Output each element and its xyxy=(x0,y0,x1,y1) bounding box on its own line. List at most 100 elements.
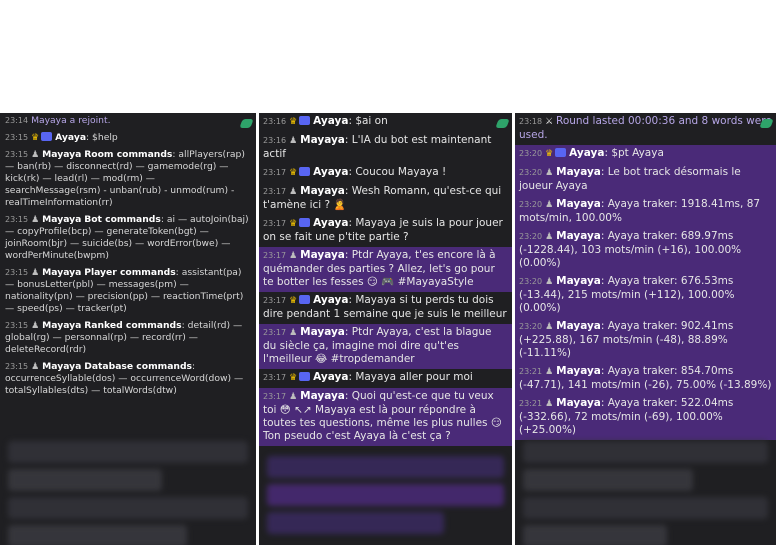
user-icon: ♟ xyxy=(31,268,40,278)
command-category: Database commands xyxy=(84,361,193,372)
discord-badge-icon xyxy=(41,132,53,141)
username[interactable]: Mayaya xyxy=(556,320,601,332)
chat-message: 23:15 ♟ Mayaya Player commands: assistant(… xyxy=(0,265,256,318)
user-icon: ♟ xyxy=(545,277,554,287)
message-timestamp: 23:15 xyxy=(5,150,29,159)
username[interactable]: Mayaya xyxy=(556,230,601,242)
message-text: : $help xyxy=(86,132,118,143)
username[interactable]: Mayaya xyxy=(556,365,601,377)
command-category: Ranked commands xyxy=(84,320,182,331)
message-timestamp: 23:20 xyxy=(519,200,543,209)
username[interactable]: Ayaya xyxy=(313,166,348,178)
chat-message: 23:15 ♟ Mayaya Bot commands: ai — autoJoin… xyxy=(0,212,256,265)
user-icon: ♟ xyxy=(31,215,40,225)
message-timestamp: 23:17 xyxy=(263,187,287,196)
message-timestamp: 23:16 xyxy=(263,136,287,145)
username[interactable]: Mayaya xyxy=(300,249,345,261)
username[interactable]: Mayaya xyxy=(300,390,345,402)
system-text: Mayaya a rejoint. xyxy=(31,115,111,126)
chat-panel-middle: 23:16 ♛ Ayaya: $ai on 23:16 ♟ Mayaya: L'IA du… xyxy=(259,113,512,545)
message-timestamp: 23:17 xyxy=(263,328,287,337)
chat-message: 23:17 ♛ Ayaya: Coucou Mayaya ! xyxy=(259,164,512,183)
username[interactable]: Ayaya xyxy=(313,371,348,383)
username[interactable]: Mayaya xyxy=(556,397,601,409)
username[interactable]: Mayaya xyxy=(42,149,81,160)
user-icon: ♟ xyxy=(31,362,40,372)
crown-icon: ♛ xyxy=(289,219,298,229)
user-icon: ♟ xyxy=(289,251,298,261)
user-icon: ♟ xyxy=(289,328,298,338)
username[interactable]: Mayaya xyxy=(556,166,601,178)
message-timestamp: 23:17 xyxy=(263,296,287,305)
message-list: 23:18 ⚔ Round lasted 00:00:36 and 8 words… xyxy=(515,113,776,440)
chat-message: 23:15 ♟ Mayaya Ranked commands: detail(rd)… xyxy=(0,318,256,359)
message-list: 23:14 Mayaya a rejoint. 23:15 ♛ Ayaya: $help… xyxy=(0,113,256,400)
username[interactable]: Mayaya xyxy=(42,267,81,278)
username[interactable]: Mayaya xyxy=(300,134,345,146)
user-icon: ♟ xyxy=(31,150,40,160)
username[interactable]: Mayaya xyxy=(42,320,81,331)
sword-icon: ⚔ xyxy=(545,117,556,127)
chat-message: 23:20 ♛ Ayaya: $pt Ayaya xyxy=(515,145,776,164)
user-icon: ♟ xyxy=(289,187,298,197)
user-icon: ♟ xyxy=(545,168,554,178)
username[interactable]: Mayaya xyxy=(300,185,345,197)
crown-icon: ♛ xyxy=(289,373,298,383)
message-timestamp: 23:14 xyxy=(5,116,29,125)
message-text: : Mayaya aller pour moi xyxy=(348,371,473,383)
chat-message: 23:20 ♟ Mayaya: Ayaya traker: 676.53ms (-1… xyxy=(515,273,776,318)
username[interactable]: Mayaya xyxy=(42,361,81,372)
message-timestamp: 23:17 xyxy=(263,392,287,401)
chat-message: 23:20 ♟ Mayaya: Ayaya traker: 689.97ms (-1… xyxy=(515,228,776,273)
message-timestamp: 23:17 xyxy=(263,219,287,228)
username[interactable]: Ayaya xyxy=(313,217,348,229)
message-text: : Wesh Romann, qu'est-ce qui t'amène ici… xyxy=(263,185,502,211)
chat-message: 23:20 ♟ Mayaya: Ayaya traker: 1918.41ms, 8… xyxy=(515,196,776,228)
message-timestamp: 23:20 xyxy=(519,168,543,177)
chat-message: 23:15 ♛ Ayaya: $help xyxy=(0,130,256,147)
discord-badge-icon xyxy=(555,148,567,157)
chat-message: 23:17 ♛ Ayaya: Mayaya je suis la pour joue… xyxy=(259,215,512,247)
command-category: Room commands xyxy=(84,149,173,160)
username[interactable]: Ayaya xyxy=(313,115,348,127)
system-text: Round lasted 00:00:36 and 8 words were u… xyxy=(519,115,772,141)
message-text: : L'IA du bot est maintenant actif xyxy=(263,134,492,160)
username[interactable]: Mayaya xyxy=(556,198,601,210)
message-timestamp: 23:15 xyxy=(5,362,29,371)
message-text: : Ptdr Ayaya, c'est la blague du siècle … xyxy=(263,326,492,365)
user-icon: ♟ xyxy=(545,200,554,210)
message-timestamp: 23:17 xyxy=(263,373,287,382)
message-text: : Ptdr Ayaya, t'es encore là à quémander… xyxy=(263,249,496,288)
discord-badge-icon xyxy=(299,372,311,381)
username[interactable]: Mayaya xyxy=(300,326,345,338)
message-timestamp: 23:17 xyxy=(263,168,287,177)
discord-badge-icon xyxy=(299,116,311,125)
chat-message: 23:17 ♛ Ayaya: Mayaya si tu perds tu dois … xyxy=(259,292,512,324)
message-timestamp: 23:21 xyxy=(519,399,543,408)
chat-message: 23:17 ♛ Ayaya: Mayaya aller pour moi xyxy=(259,369,512,388)
discord-badge-icon xyxy=(299,218,311,227)
message-timestamp: 23:15 xyxy=(5,133,29,142)
blurred-messages xyxy=(515,435,776,545)
command-category: Bot commands xyxy=(84,214,161,225)
message-text: : $ai on xyxy=(348,115,388,127)
discord-badge-icon xyxy=(299,295,311,304)
message-timestamp: 23:16 xyxy=(263,117,287,126)
chat-message: 23:15 ♟ Mayaya Room commands: allPlayers(r… xyxy=(0,147,256,212)
chat-message: 23:14 Mayaya a rejoint. xyxy=(0,113,256,130)
username[interactable]: Ayaya xyxy=(55,132,86,143)
user-icon: ♟ xyxy=(31,321,40,331)
chat-message: 23:20 ♟ Mayaya: Ayaya traker: 902.41ms (+2… xyxy=(515,318,776,363)
crown-icon: ♛ xyxy=(31,133,40,143)
username[interactable]: Mayaya xyxy=(556,275,601,287)
message-timestamp: 23:21 xyxy=(519,367,543,376)
message-timestamp: 23:18 xyxy=(519,117,543,126)
chat-message: 23:16 ♛ Ayaya: $ai on xyxy=(259,113,512,132)
message-text: : Quoi qu'est-ce que tu veux toi 😳 ↖↗ Ma… xyxy=(263,390,502,442)
chat-message: 23:17 ♟ Mayaya: Wesh Romann, qu'est-ce qui… xyxy=(259,183,512,215)
username[interactable]: Mayaya xyxy=(42,214,81,225)
username[interactable]: Ayaya xyxy=(569,147,604,159)
username[interactable]: Ayaya xyxy=(313,294,348,306)
crown-icon: ♛ xyxy=(545,149,554,159)
message-timestamp: 23:20 xyxy=(519,322,543,331)
